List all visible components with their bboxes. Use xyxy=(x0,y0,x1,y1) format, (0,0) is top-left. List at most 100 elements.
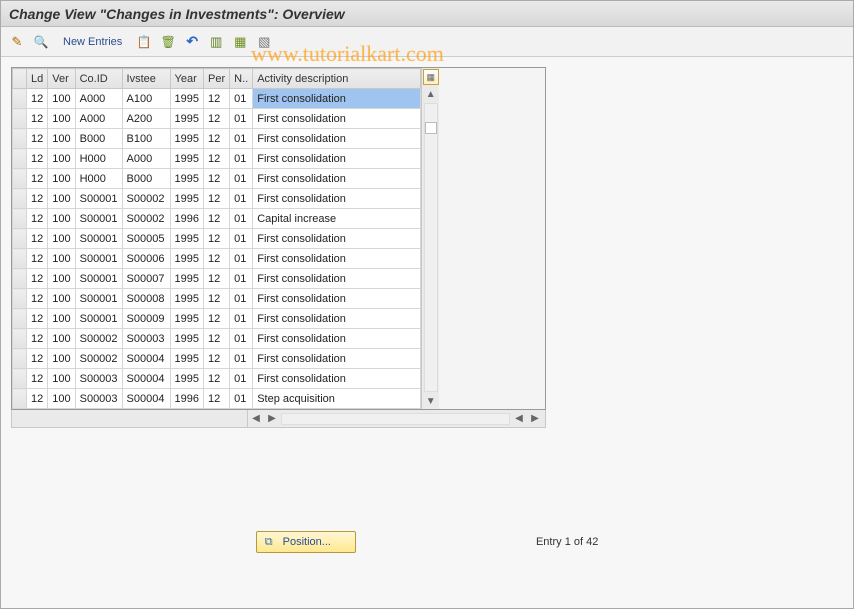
cell-ld[interactable]: 12 xyxy=(27,189,48,209)
cell-ver[interactable]: 100 xyxy=(48,189,75,209)
table-row[interactable]: 12100S00001S0000619951201First consolida… xyxy=(13,249,421,269)
cell-coid[interactable]: S00001 xyxy=(75,309,122,329)
table-row[interactable]: 12100S00003S0000419951201First consolida… xyxy=(13,369,421,389)
cell-coid[interactable]: S00001 xyxy=(75,249,122,269)
row-selector[interactable] xyxy=(13,149,27,169)
cell-per[interactable]: 12 xyxy=(204,289,230,309)
col-ver[interactable]: Ver xyxy=(48,69,75,89)
table-row[interactable]: 12100H000B00019951201First consolidation xyxy=(13,169,421,189)
select-block-icon[interactable] xyxy=(230,32,250,52)
cell-ver[interactable]: 100 xyxy=(48,269,75,289)
delete-icon[interactable] xyxy=(158,32,178,52)
cell-per[interactable]: 12 xyxy=(204,269,230,289)
cell-ld[interactable]: 12 xyxy=(27,269,48,289)
cell-ivstee[interactable]: S00007 xyxy=(122,269,170,289)
row-selector[interactable] xyxy=(13,289,27,309)
cell-per[interactable]: 12 xyxy=(204,349,230,369)
cell-n[interactable]: 01 xyxy=(230,209,253,229)
table-settings-icon[interactable]: ▦ xyxy=(423,69,439,85)
col-select[interactable] xyxy=(13,69,27,89)
cell-ivstee[interactable]: S00006 xyxy=(122,249,170,269)
cell-ver[interactable]: 100 xyxy=(48,89,75,109)
copy-as-icon[interactable] xyxy=(134,32,154,52)
cell-ld[interactable]: 12 xyxy=(27,109,48,129)
new-entries-button[interactable]: New Entries xyxy=(55,36,130,48)
cell-coid[interactable]: S00003 xyxy=(75,389,122,409)
cell-ld[interactable]: 12 xyxy=(27,389,48,409)
cell-ver[interactable]: 100 xyxy=(48,249,75,269)
cell-year[interactable]: 1995 xyxy=(170,189,203,209)
cell-n[interactable]: 01 xyxy=(230,369,253,389)
cell-ivstee[interactable]: B000 xyxy=(122,169,170,189)
cell-ver[interactable]: 100 xyxy=(48,149,75,169)
cell-per[interactable]: 12 xyxy=(204,169,230,189)
cell-year[interactable]: 1995 xyxy=(170,169,203,189)
table-row[interactable]: 12100S00001S0000519951201First consolida… xyxy=(13,229,421,249)
cell-activity[interactable]: First consolidation xyxy=(253,109,421,129)
cell-ver[interactable]: 100 xyxy=(48,329,75,349)
cell-year[interactable]: 1995 xyxy=(170,249,203,269)
cell-n[interactable]: 01 xyxy=(230,269,253,289)
cell-ivstee[interactable]: B100 xyxy=(122,129,170,149)
cell-coid[interactable]: S00002 xyxy=(75,329,122,349)
scroll-down-arrow-icon[interactable]: ▼ xyxy=(424,394,438,408)
col-ivstee[interactable]: Ivstee xyxy=(122,69,170,89)
cell-ver[interactable]: 100 xyxy=(48,129,75,149)
cell-per[interactable]: 12 xyxy=(204,309,230,329)
cell-activity[interactable]: First consolidation xyxy=(253,129,421,149)
horizontal-scrollbar[interactable]: ◀ ▶ ◀ ▶ xyxy=(11,410,546,428)
cell-ver[interactable]: 100 xyxy=(48,229,75,249)
deselect-all-icon[interactable] xyxy=(254,32,274,52)
row-selector[interactable] xyxy=(13,309,27,329)
col-activity[interactable]: Activity description xyxy=(253,69,421,89)
cell-ivstee[interactable]: A200 xyxy=(122,109,170,129)
toggle-change-icon[interactable] xyxy=(7,32,27,52)
cell-n[interactable]: 01 xyxy=(230,349,253,369)
cell-per[interactable]: 12 xyxy=(204,189,230,209)
row-selector[interactable] xyxy=(13,169,27,189)
hscroll-left-arrow-icon[interactable]: ◀ xyxy=(249,412,263,426)
cell-n[interactable]: 01 xyxy=(230,389,253,409)
cell-ld[interactable]: 12 xyxy=(27,369,48,389)
row-selector[interactable] xyxy=(13,229,27,249)
cell-activity[interactable]: First consolidation xyxy=(253,349,421,369)
cell-ivstee[interactable]: S00008 xyxy=(122,289,170,309)
cell-n[interactable]: 01 xyxy=(230,149,253,169)
cell-ver[interactable]: 100 xyxy=(48,389,75,409)
cell-activity[interactable]: First consolidation xyxy=(253,169,421,189)
cell-activity[interactable]: First consolidation xyxy=(253,309,421,329)
cell-n[interactable]: 01 xyxy=(230,329,253,349)
cell-ivstee[interactable]: S00003 xyxy=(122,329,170,349)
cell-activity[interactable]: Capital increase xyxy=(253,209,421,229)
cell-n[interactable]: 01 xyxy=(230,309,253,329)
cell-ver[interactable]: 100 xyxy=(48,289,75,309)
cell-year[interactable]: 1995 xyxy=(170,309,203,329)
cell-ver[interactable]: 100 xyxy=(48,209,75,229)
cell-per[interactable]: 12 xyxy=(204,89,230,109)
col-ld[interactable]: Ld xyxy=(27,69,48,89)
table-row[interactable]: 12100S00002S0000319951201First consolida… xyxy=(13,329,421,349)
select-all-icon[interactable] xyxy=(206,32,226,52)
cell-coid[interactable]: A000 xyxy=(75,109,122,129)
details-icon[interactable] xyxy=(31,32,51,52)
cell-n[interactable]: 01 xyxy=(230,249,253,269)
table-row[interactable]: 12100B000B10019951201First consolidation xyxy=(13,129,421,149)
cell-ld[interactable]: 12 xyxy=(27,289,48,309)
cell-ivstee[interactable]: A000 xyxy=(122,149,170,169)
cell-per[interactable]: 12 xyxy=(204,149,230,169)
hscroll-right2-arrow-icon[interactable]: ▶ xyxy=(528,412,542,426)
cell-year[interactable]: 1995 xyxy=(170,329,203,349)
cell-ivstee[interactable]: S00004 xyxy=(122,349,170,369)
vertical-scrollbar[interactable]: ▦ ▲ ▼ xyxy=(421,68,439,409)
scroll-up-arrow-icon[interactable]: ▲ xyxy=(424,87,438,101)
row-selector[interactable] xyxy=(13,249,27,269)
table-row[interactable]: 12100S00002S0000419951201First consolida… xyxy=(13,349,421,369)
cell-per[interactable]: 12 xyxy=(204,389,230,409)
cell-activity[interactable]: First consolidation xyxy=(253,149,421,169)
cell-activity[interactable]: First consolidation xyxy=(253,89,421,109)
cell-ivstee[interactable]: A100 xyxy=(122,89,170,109)
cell-year[interactable]: 1996 xyxy=(170,389,203,409)
cell-per[interactable]: 12 xyxy=(204,369,230,389)
cell-ld[interactable]: 12 xyxy=(27,89,48,109)
cell-coid[interactable]: S00001 xyxy=(75,209,122,229)
